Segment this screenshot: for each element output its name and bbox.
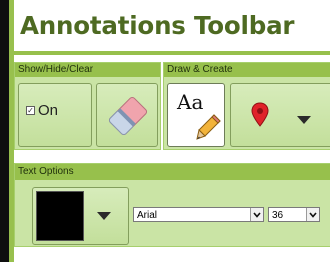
draw-create-panel: Draw & Create Aa [163, 62, 330, 150]
text-options-panel: Text Options Arial 36 [14, 163, 330, 247]
chevron-down-icon [297, 116, 311, 124]
chevron-down-icon [309, 211, 317, 218]
chevron-down-icon [97, 212, 111, 220]
pencil-icon [196, 114, 221, 140]
font-size-value: 36 [272, 210, 284, 221]
map-marker-icon [251, 102, 269, 127]
show-hide-clear-panel: Show/Hide/Clear ✓ On [14, 62, 161, 150]
font-size-select[interactable]: 36 [268, 207, 320, 222]
font-family-arrow[interactable] [250, 208, 263, 221]
text-tool-label: Aa [177, 90, 204, 114]
text-color-swatch [36, 191, 84, 241]
show-toggle-button[interactable]: ✓ On [18, 83, 92, 147]
eraser-icon [108, 96, 148, 136]
show-toggle-label: On [38, 102, 59, 119]
show-hide-clear-header: Show/Hide/Clear [15, 63, 160, 77]
text-options-header: Text Options [15, 164, 330, 180]
marker-tool-dropdown[interactable] [230, 83, 330, 147]
clear-button[interactable] [96, 83, 158, 147]
show-checkbox[interactable]: ✓ [26, 106, 35, 115]
font-family-select[interactable]: Arial [133, 207, 264, 222]
title-divider [14, 51, 330, 55]
draw-create-header: Draw & Create [164, 63, 330, 77]
font-family-value: Arial [137, 210, 158, 221]
toolbar-title: Annotations Toolbar [20, 11, 295, 40]
text-color-dropdown[interactable] [32, 187, 129, 245]
chevron-down-icon [253, 211, 261, 218]
text-tool-button[interactable]: Aa [167, 83, 225, 147]
font-size-arrow[interactable] [306, 208, 319, 221]
left-edge-bar [0, 0, 9, 262]
